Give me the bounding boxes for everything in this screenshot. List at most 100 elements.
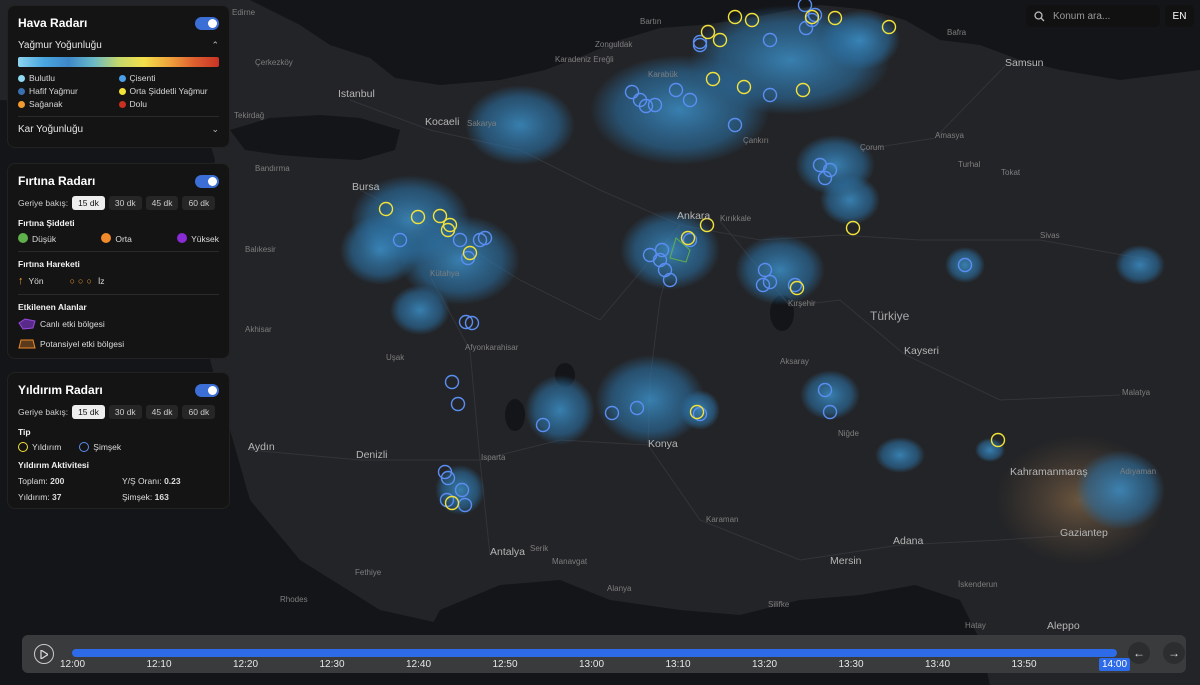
map-label: Çorum <box>860 143 884 152</box>
map-label: Bandırma <box>255 164 290 173</box>
timeline-bar: 12:00 12:10 12:20 12:30 12:40 12:50 13:00 13:10… <box>22 635 1186 673</box>
map-label: Karadeniz Ereğli <box>555 55 614 64</box>
map-label: Samsun <box>1005 57 1044 69</box>
map-label: Hatay <box>965 621 986 630</box>
rain-intensity-header[interactable]: Yağmur Yoğunluğu ⌃ <box>18 40 219 51</box>
direction-label: Yön <box>28 276 44 286</box>
legend-dot <box>118 75 126 82</box>
live-area-label: Canlı etki bölgesi <box>40 319 105 329</box>
ratio-stat: Y/Ş Oranı: 0.23 <box>122 476 181 486</box>
map-label: Aksaray <box>780 357 809 366</box>
storm-radar-toggle[interactable] <box>195 174 219 188</box>
storm-lookback-15[interactable]: 15 dk <box>72 196 105 210</box>
flash-count-value: 163 <box>154 492 169 502</box>
country-label: Türkiye <box>870 309 910 323</box>
timeline-track[interactable] <box>72 649 1117 657</box>
play-button[interactable] <box>34 644 54 664</box>
lightning-count-value: 37 <box>52 492 62 502</box>
timeline-tick: 12:10 <box>146 659 172 670</box>
storm-lookback-30[interactable]: 30 dk <box>108 196 142 210</box>
lightning-radar-title: Yıldırım Radarı <box>18 383 103 397</box>
map-label: Turhal <box>958 160 981 169</box>
map-label: Sivas <box>1040 231 1060 240</box>
potential-area-legend: Potansiyel etki bölgesi <box>18 338 219 350</box>
rain-legend: Bulutlu Çisenti Hafif Yağmur Orta Şiddetli … <box>18 73 219 109</box>
legend-dot <box>118 88 126 95</box>
map-label: Konya <box>648 438 678 450</box>
timeline-prev-button[interactable]: ← <box>1128 642 1150 664</box>
arrow-right-icon: → <box>1168 646 1180 660</box>
snow-intensity-header[interactable]: Kar Yoğunluğu ⌄ <box>18 124 219 135</box>
map-label: Tokat <box>1001 168 1021 177</box>
rain-legend-item: Çisenti <box>118 73 220 83</box>
lightning-radar-toggle[interactable] <box>195 383 219 397</box>
lightning-activity-title: Yıldırım Aktivitesi <box>18 460 90 470</box>
map-label: Kırıkkale <box>720 214 752 223</box>
storm-radar-panel: Fırtına Radarı Geriye bakış: 15 dk 30 dk… <box>7 163 230 359</box>
lightning-type-legend: Yıldırım Şimşek <box>18 442 219 452</box>
timeline-tick: 12:40 <box>406 659 432 670</box>
map-label: Aleppo <box>1047 620 1080 632</box>
timeline-tick: 12:20 <box>233 659 259 670</box>
play-icon <box>40 649 48 659</box>
lightning-lookback-15[interactable]: 15 dk <box>72 405 105 419</box>
map-label: Antalya <box>490 546 525 558</box>
lightning-type-title: Tip <box>18 427 31 437</box>
language-button[interactable]: EN <box>1165 5 1194 27</box>
track-label: İz <box>97 276 105 286</box>
timeline-tick: 13:40 <box>925 659 951 670</box>
timeline-next-button[interactable]: → <box>1163 642 1185 664</box>
live-area-legend: Canlı etki bölgesi <box>18 318 219 330</box>
map-label: Denizli <box>356 449 388 461</box>
map-label: Niğde <box>838 429 859 438</box>
lightning-lookback-30[interactable]: 30 dk <box>108 405 142 419</box>
timeline-tick: 13:00 <box>579 659 605 670</box>
search-placeholder: Konum ara... <box>1053 10 1111 22</box>
weather-radar-toggle[interactable] <box>195 16 219 30</box>
map-label: Manavgat <box>552 557 588 566</box>
location-search[interactable]: Konum ara... <box>1026 5 1160 27</box>
lightning-lookback-45[interactable]: 45 dk <box>145 405 179 419</box>
storm-lookback-label: Geriye bakış: <box>18 198 69 208</box>
legend-dot <box>118 101 126 108</box>
flash-count-stat: Şimşek: 163 <box>122 492 169 502</box>
map-label: Fethiye <box>355 568 382 577</box>
lightning-circle-icon <box>18 442 28 452</box>
timeline-tick: 12:00 <box>60 659 86 670</box>
chevron-up-icon[interactable]: ⌃ <box>211 40 219 51</box>
map-label: Kocaeli <box>425 116 459 128</box>
map-label: Bartın <box>640 17 661 26</box>
lightning-activity-stats: Toplam: 200 Y/Ş Oranı: 0.23 Yıldırım: 37… <box>18 476 219 502</box>
map-label: İskenderun <box>958 580 998 589</box>
storm-movement-legend: ↑ Yön ○○○ İz <box>18 275 219 287</box>
timeline-tick: 13:10 <box>665 659 691 670</box>
chevron-down-icon[interactable]: ⌄ <box>211 124 219 135</box>
legend-dot <box>18 101 25 108</box>
storm-lookback-45[interactable]: 45 dk <box>145 196 179 210</box>
map-label: Alanya <box>607 584 632 593</box>
arrow-left-icon: ← <box>1133 646 1145 660</box>
live-area-icon <box>18 318 36 330</box>
timeline-tick: 13:50 <box>1011 659 1037 670</box>
lightning-lookback: Geriye bakış: 15 dk 30 dk 45 dk 60 dk <box>18 405 219 419</box>
storm-radar-title: Fırtına Radarı <box>18 174 96 188</box>
map-label: Uşak <box>386 353 405 362</box>
lightning-radar-panel: Yıldırım Radarı Geriye bakış: 15 dk 30 d… <box>7 372 230 509</box>
map-label: Istanbul <box>338 88 375 100</box>
map-label: Adıyaman <box>1120 467 1156 476</box>
map-label: Tekirdağ <box>234 111 264 120</box>
map-label: Kahramanmaraş <box>1010 466 1088 478</box>
map-label: Karaman <box>706 515 738 524</box>
map-label: Çerkezköy <box>255 58 293 67</box>
total-stat: Toplam: 200 <box>18 476 65 486</box>
weather-radar-panel: Hava Radarı Yağmur Yoğunluğu ⌃ Bulutlu Çi… <box>7 5 230 148</box>
map-label: Gaziantep <box>1060 527 1108 539</box>
map-label: Mersin <box>830 555 862 567</box>
rain-legend-item: Dolu <box>118 99 220 109</box>
lightning-lookback-60[interactable]: 60 dk <box>182 405 216 419</box>
storm-lookback: Geriye bakış: 15 dk 30 dk 45 dk 60 dk <box>18 196 219 210</box>
rain-legend-item: Hafif Yağmur <box>18 86 119 96</box>
potential-area-icon <box>18 339 36 349</box>
map-label: Bursa <box>352 181 380 193</box>
storm-lookback-60[interactable]: 60 dk <box>182 196 216 210</box>
